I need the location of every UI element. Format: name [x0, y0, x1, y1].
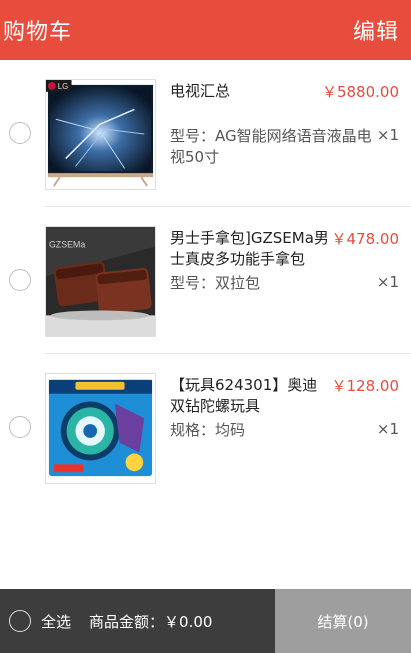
- footer-summary: 全选 商品金额： ￥0.00: [0, 589, 275, 653]
- svg-text:LG: LG: [58, 82, 68, 91]
- item-spec: 型号：双拉包: [170, 274, 261, 292]
- item-quantity: ×1: [376, 420, 399, 438]
- spinning-top-toy-image[interactable]: [45, 373, 156, 484]
- cart-list: LG 电视汇总 ￥5880.00 型号：AG智能网络语音液晶电视50寸 ×1 G…: [0, 60, 411, 501]
- item-price: ￥5880.00: [321, 83, 399, 101]
- item-price: ￥128.00: [331, 377, 400, 395]
- item-name[interactable]: 【玩具624301】奥迪双钻陀螺玩具: [170, 375, 332, 417]
- cart-item: GZSEMa 男士手拿包]GZSEMa男士真皮多功能手拿包 ￥478.00 型号…: [0, 207, 411, 354]
- svg-text:GZSEMa: GZSEMa: [49, 240, 85, 250]
- toy-icon: [46, 374, 155, 483]
- item-checkbox[interactable]: [9, 269, 31, 291]
- select-all-checkbox[interactable]: [9, 610, 31, 632]
- item-checkbox[interactable]: [9, 122, 31, 144]
- television-icon: LG: [46, 80, 155, 189]
- item-quantity: ×1: [376, 126, 399, 144]
- checkout-button[interactable]: 结算(0): [275, 589, 411, 653]
- edit-button[interactable]: 编辑: [353, 14, 399, 46]
- cart-item: 【玩具624301】奥迪双钻陀螺玩具 ￥128.00 规格：均码 ×1: [0, 354, 411, 501]
- cart-footer: 全选 商品金额： ￥0.00 结算(0): [0, 589, 411, 653]
- app-header: 购物车 编辑: [0, 0, 411, 60]
- wallet-icon: GZSEMa: [46, 227, 155, 336]
- item-spec: 规格：均码: [170, 421, 246, 439]
- item-name[interactable]: 电视汇总: [170, 81, 332, 102]
- amount-value: ￥0.00: [164, 612, 213, 631]
- item-quantity: ×1: [376, 273, 399, 291]
- item-price: ￥478.00: [331, 230, 400, 248]
- television-image[interactable]: LG: [45, 79, 156, 190]
- item-name[interactable]: 男士手拿包]GZSEMa男士真皮多功能手拿包: [170, 228, 332, 270]
- cart-item: LG 电视汇总 ￥5880.00 型号：AG智能网络语音液晶电视50寸 ×1: [0, 60, 411, 207]
- item-checkbox[interactable]: [9, 416, 31, 438]
- amount-label: 商品金额：: [89, 612, 165, 631]
- page-title: 购物车: [3, 20, 73, 45]
- leather-wallet-image[interactable]: GZSEMa: [45, 226, 156, 337]
- item-spec: 型号：AG智能网络语音液晶电视50寸: [170, 127, 372, 166]
- cart-screen: 购物车 编辑 LG 电视汇总 ￥5880.00 型号：AG智能网络语音液晶电视5…: [0, 0, 411, 653]
- select-all-label[interactable]: 全选: [41, 611, 71, 632]
